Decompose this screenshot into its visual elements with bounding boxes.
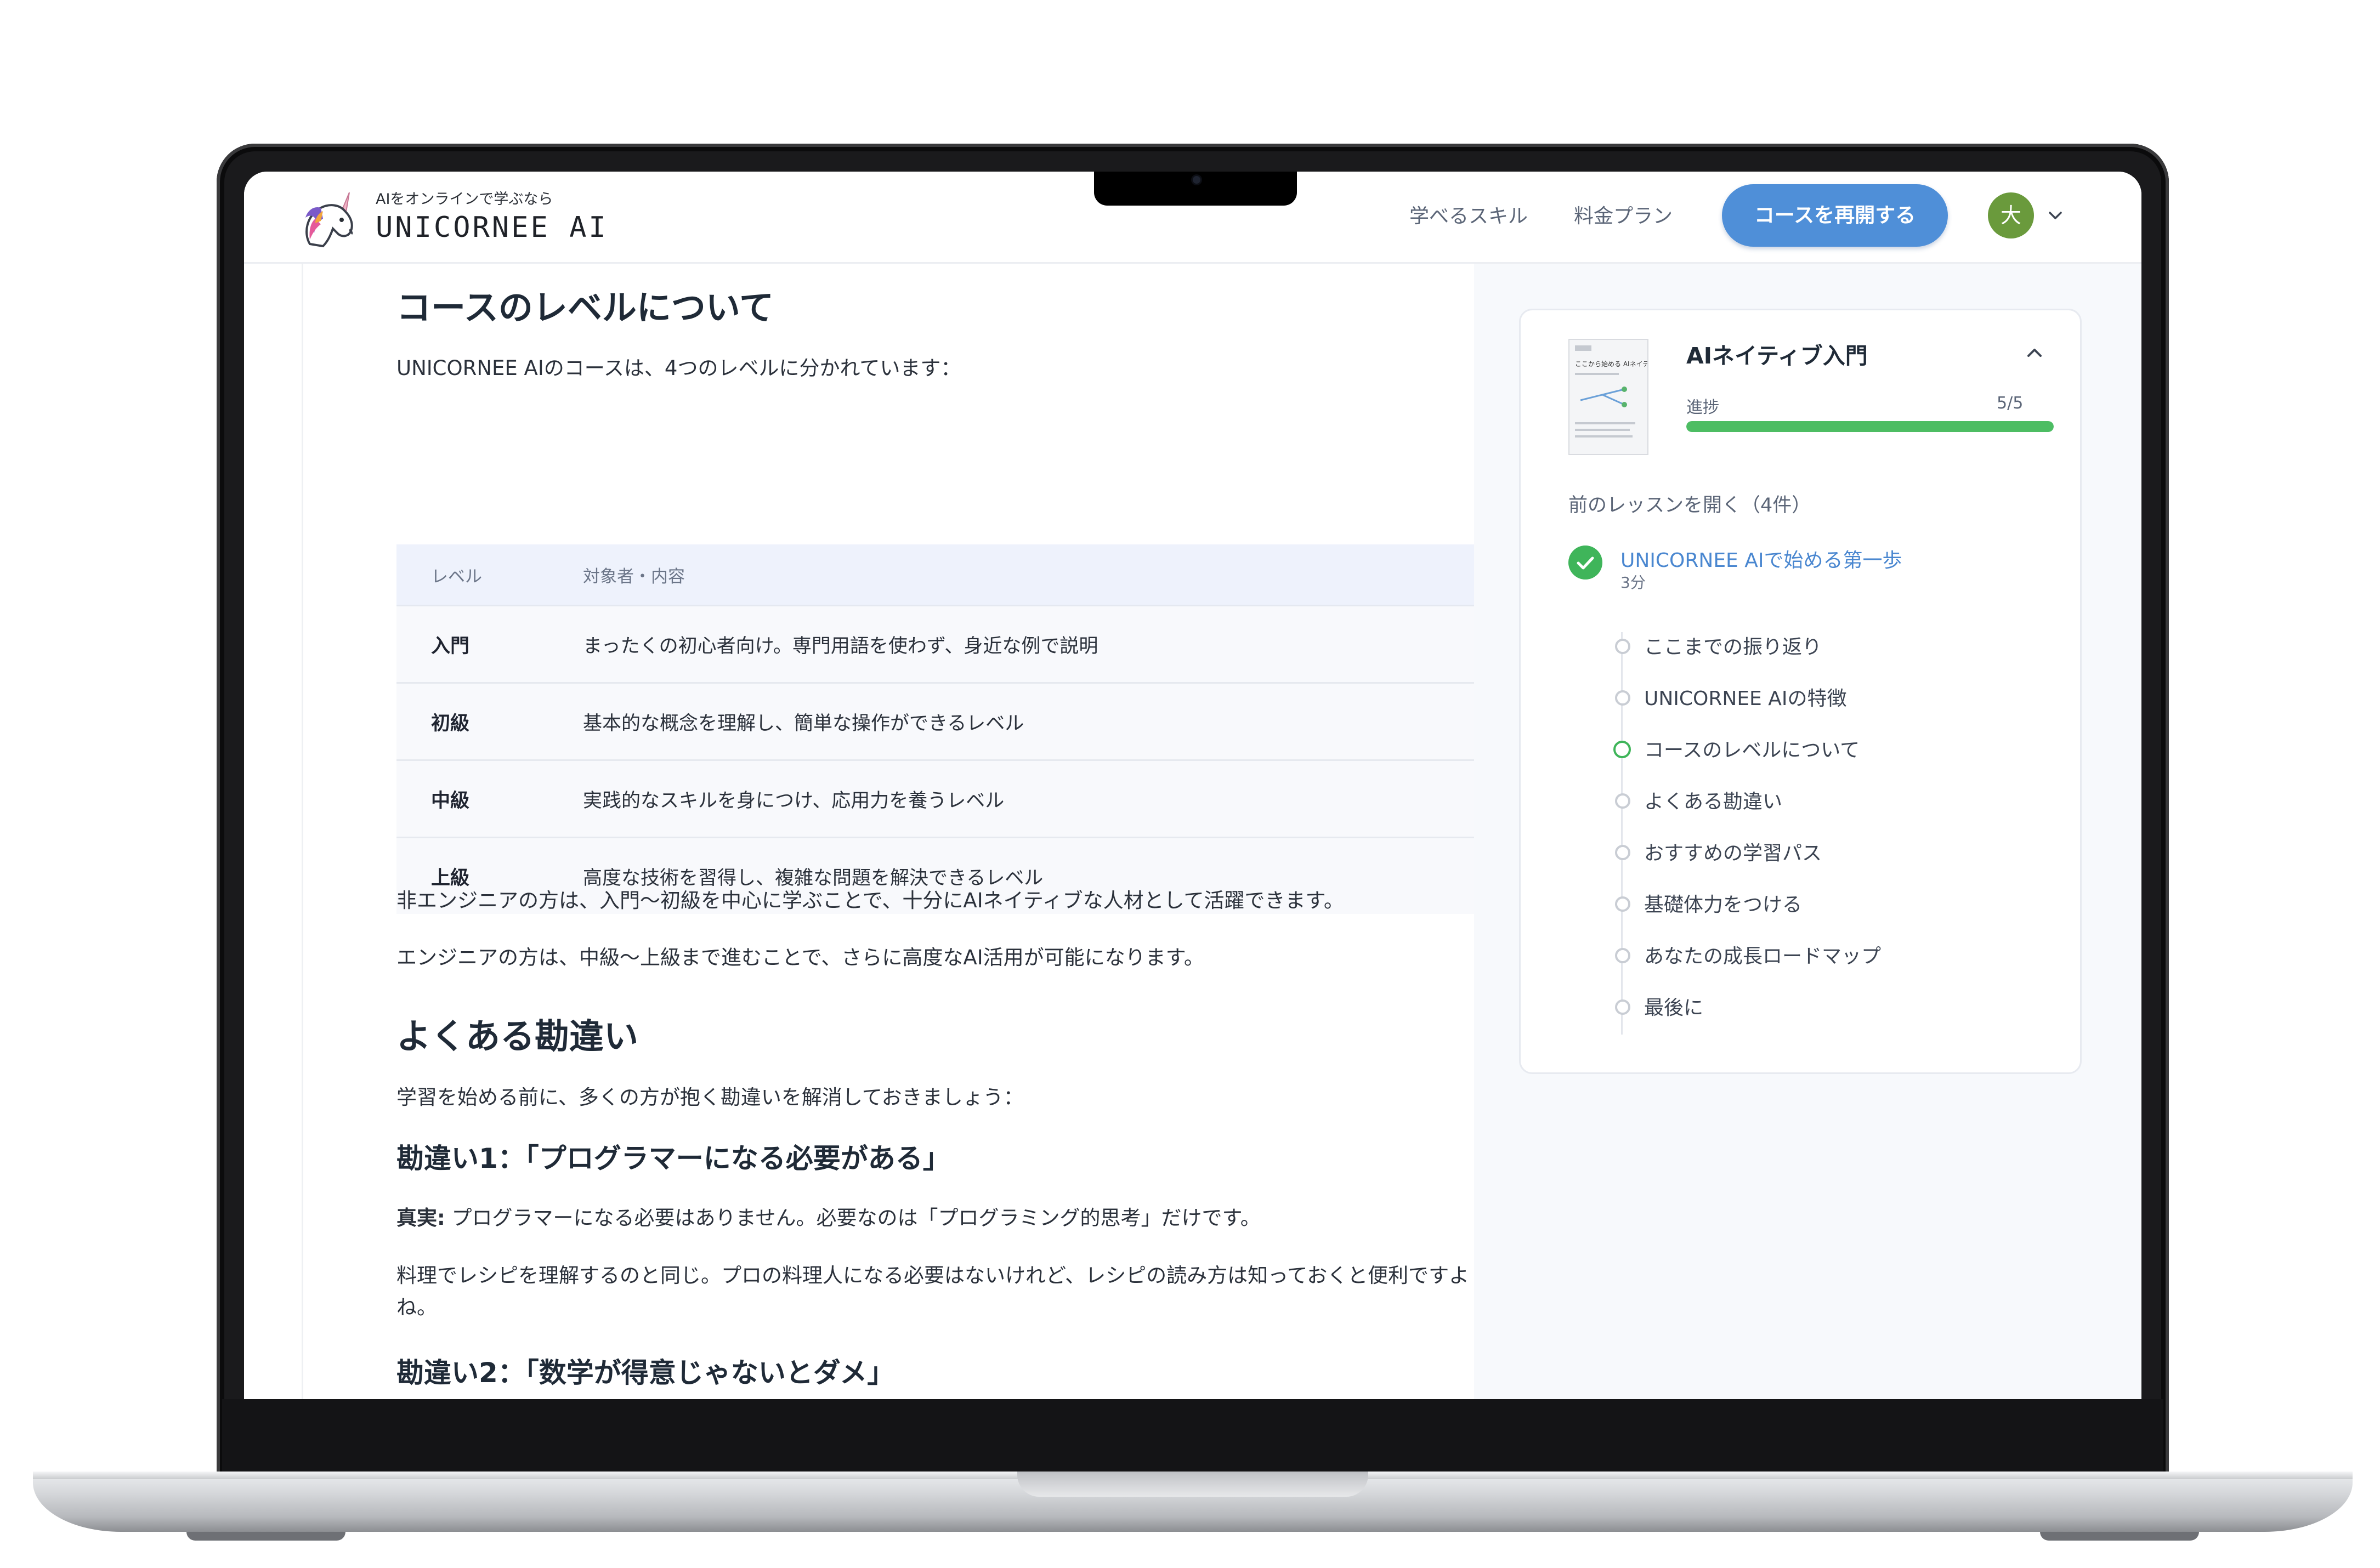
misconceptions-intro: 学習を始める前に、多くの方が抱く勘違いを解消しておきましょう：: [396, 1086, 1024, 1109]
lesson-dot-icon: [1615, 948, 1630, 963]
table-row: 中級 実践的なスキルを身につけ、応用力を養うレベル: [396, 760, 1496, 838]
app-screen: AIをオンラインで学ぶなら UNICORNEE AI 学べるスキル 料金プラン …: [244, 172, 2141, 1400]
resume-course-button[interactable]: コースを再開する: [1722, 184, 1948, 247]
sidebar-item-lesson[interactable]: あなたの成長ロードマップ: [1644, 940, 1881, 969]
table-row: 入門 まったくの初心者向け。専門用語を使わず、身近な例で説明: [396, 605, 1496, 684]
active-lesson-dot-icon: [1613, 741, 1631, 758]
course-title: AIネイティブ入門: [1686, 343, 1868, 369]
misconception-1-heading: 勘違い1：「プログラマーになる必要がある」: [396, 1143, 950, 1174]
fact-text: プログラマーになる必要はありません。必要なのは「プログラミング的思考」だけです。: [445, 1206, 1261, 1230]
chevron-down-icon[interactable]: [2045, 206, 2065, 225]
nav-link-skills[interactable]: 学べるスキル: [1409, 200, 1528, 229]
laptop-thumb-notch: [1017, 1472, 1368, 1497]
section-heading-misconceptions: よくある勘違い: [396, 1016, 638, 1056]
table-cell-description: まったくの初心者向け。専門用語を使わず、身近な例で説明: [582, 605, 1496, 684]
table-header-row: レベル 対象者・内容: [396, 544, 1496, 606]
table-cell-level: 入門: [396, 605, 582, 684]
progress-bar-fill: [1686, 421, 2054, 432]
progress-bar: [1686, 421, 2054, 432]
sidebar-item-lesson[interactable]: よくある勘違い: [1644, 786, 1782, 814]
check-circle-icon: [1568, 546, 1602, 580]
table-cell-level: 中級: [396, 760, 582, 838]
sidebar-item-lesson[interactable]: UNICORNEE AIの特徴: [1644, 683, 1847, 711]
course-thumbnail[interactable]: ここから始める AIネイティブ入門: [1568, 339, 1648, 455]
lesson-dot-icon: [1615, 639, 1630, 654]
table-cell-level: 初級: [396, 683, 582, 761]
levels-intro: UNICORNEE AIのコースは、4つのレベルに分かれています：: [396, 356, 961, 380]
table-row: 初級 基本的な概念を理解し、簡単な操作ができるレベル: [396, 683, 1496, 761]
brand-tagline: AIをオンラインで学ぶなら: [376, 191, 553, 208]
lesson-dot-icon: [1615, 896, 1630, 912]
laptop-foot-left: [186, 1532, 345, 1541]
lesson-dot-icon: [1615, 845, 1630, 860]
chevron-up-icon[interactable]: [2024, 342, 2045, 363]
sidebar-item-lesson[interactable]: 基礎体力をつける: [1644, 889, 1802, 917]
lesson-dot-icon: [1615, 999, 1630, 1015]
table-header-level: レベル: [396, 544, 582, 606]
sidebar-item-lesson[interactable]: おすすめの学習パス: [1644, 837, 1822, 866]
sidebar-item-lesson[interactable]: 最後に: [1644, 992, 1703, 1020]
nav-link-pricing[interactable]: 料金プラン: [1574, 200, 1673, 229]
lesson-content[interactable]: コースのレベルについて UNICORNEE AIのコースは、4つのレベルに分かれ…: [302, 264, 1496, 1400]
sidebar-item-lesson-active[interactable]: コースのレベルについて: [1644, 734, 1860, 763]
table-cell-description: 実践的なスキルを身につけ、応用力を養うレベル: [582, 760, 1496, 838]
fact-label: 真実:: [396, 1206, 445, 1230]
camera-icon: [1193, 176, 1200, 184]
progress-label: 進捗: [1686, 398, 1719, 417]
misconception-2-heading: 勘違い2：「数学が得意じゃないとダメ」: [396, 1357, 895, 1389]
misconception-1-analogy: 料理でレシピを理解するのと同じ。プロの料理人になる必要はないけれど、レシピの読み…: [396, 1264, 1470, 1319]
paragraph-engineer: エンジニアの方は、中級〜上級まで進むことで、さらに高度なAI活用が可能になります…: [396, 946, 1204, 969]
table-cell-description: 基本的な概念を理解し、簡単な操作ができるレベル: [582, 683, 1496, 761]
misconception-1-fact: 真実: プログラマーになる必要はありません。必要なのは「プログラミング的思考」だ…: [396, 1202, 1499, 1234]
brand-name[interactable]: UNICORNEE AI: [376, 211, 608, 244]
laptop-foot-right: [2040, 1532, 2199, 1541]
lesson-duration: 3分: [1620, 573, 1646, 592]
progress-value: 5/5: [1997, 394, 2024, 413]
avatar[interactable]: 大: [1988, 192, 2034, 238]
lesson-dot-icon: [1615, 690, 1630, 706]
sidebar-item-lesson[interactable]: ここまでの振り返り: [1644, 631, 1822, 660]
levels-table: レベル 対象者・内容 入門 まったくの初心者向け。専門用語を使わず、身近な例で説…: [396, 544, 1496, 914]
lesson-dot-icon: [1615, 793, 1630, 809]
laptop-bottom-bezel: [222, 1399, 2163, 1472]
completed-lesson-link[interactable]: UNICORNEE AIで始める第一歩: [1620, 544, 1902, 573]
section-heading-levels: コースのレベルについて: [396, 288, 774, 328]
table-header-target: 対象者・内容: [582, 544, 1496, 606]
thumbnail-title: ここから始める AIネイティブ入門: [1575, 360, 1648, 368]
paragraph-non-engineer: 非エンジニアの方は、入門〜初級を中心に学ぶことで、十分にAIネイティブな人材とし…: [396, 889, 1344, 912]
unicorn-logo-icon[interactable]: [299, 189, 365, 251]
previous-lessons-link[interactable]: 前のレッスンを開く（4件）: [1568, 490, 1811, 518]
